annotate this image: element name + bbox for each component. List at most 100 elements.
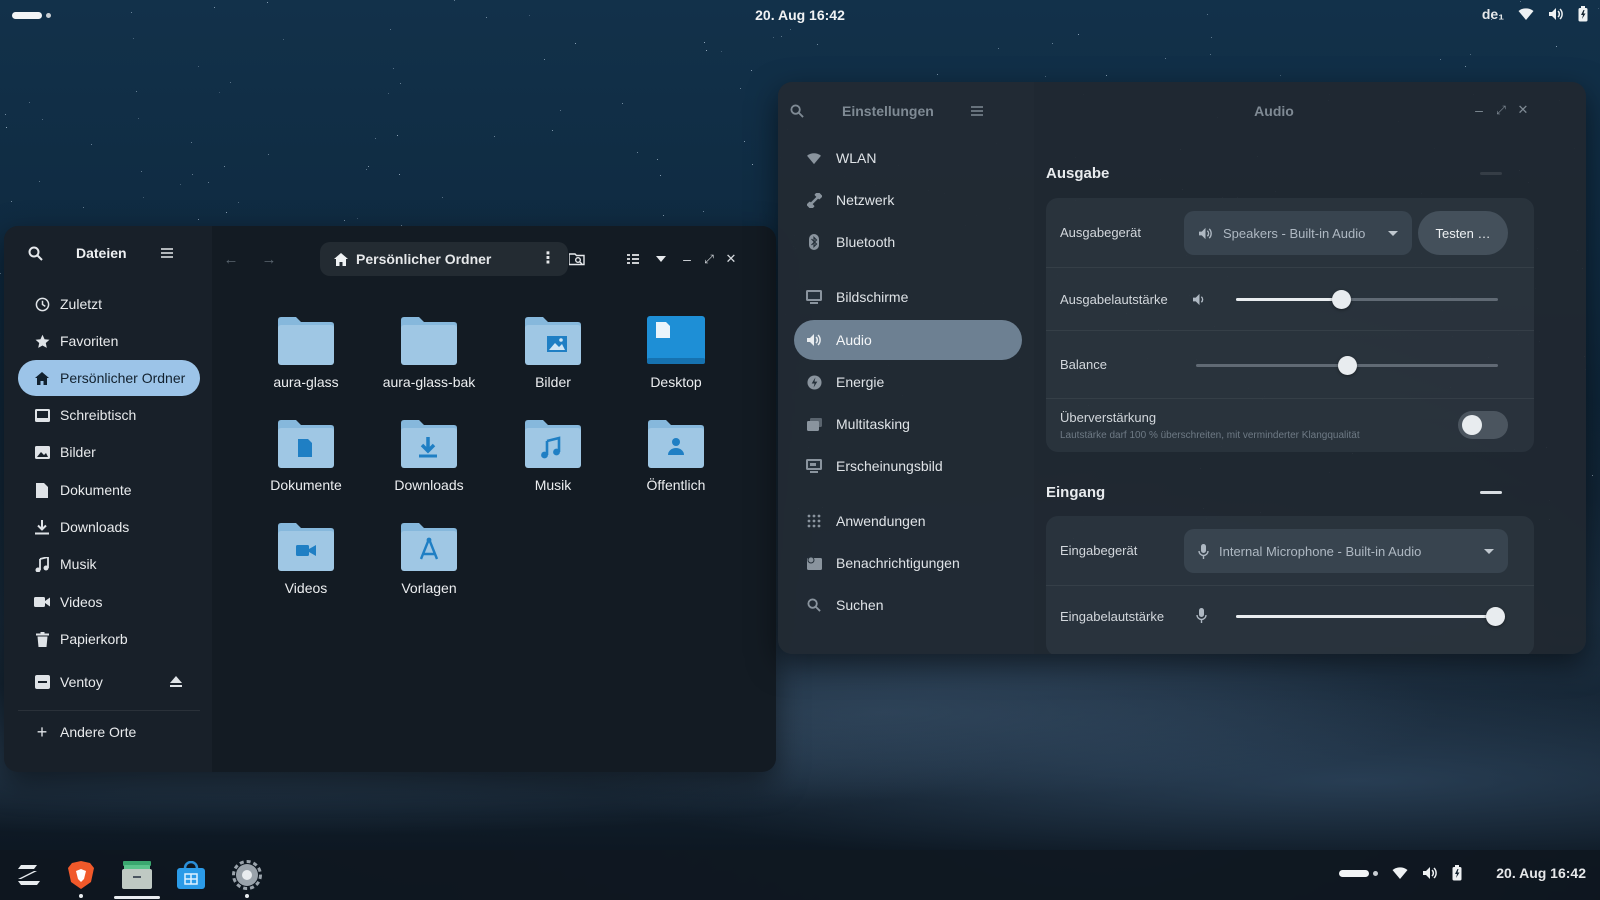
- folder-item[interactable]: Dokumente: [251, 417, 361, 493]
- star: [657, 159, 659, 161]
- sidebar-item-download[interactable]: Downloads: [18, 509, 200, 545]
- star: [552, 129, 554, 131]
- input-volume-label: Eingabelautstärke: [1060, 609, 1165, 624]
- settings-nav-netzwerk[interactable]: Netzwerk: [794, 180, 1022, 220]
- star: [218, 92, 220, 94]
- sidebar-item-music[interactable]: Musik: [18, 546, 200, 582]
- folder-item[interactable]: aura-glass-bak: [374, 314, 484, 390]
- files-app-icon[interactable]: [114, 858, 160, 899]
- folder-item[interactable]: Bilder: [498, 314, 608, 390]
- settings-nav-bildschirme[interactable]: Bildschirme: [794, 277, 1022, 317]
- audio-panel: Audio – ⤢ ✕ Ausgabe Ausgabegerät Speaker…: [1034, 82, 1586, 654]
- taskbar-clock[interactable]: 20. Aug 16:42: [1496, 865, 1586, 881]
- sidebar-item-star[interactable]: Favoriten: [18, 323, 200, 359]
- sidebar-item-trash[interactable]: Papierkorb: [18, 621, 200, 657]
- sidebar-device-ventoy[interactable]: Ventoy: [18, 664, 200, 700]
- settings-nav-suchen[interactable]: Suchen: [794, 585, 1022, 625]
- folder-item[interactable]: Öffentlich: [621, 417, 731, 493]
- settings-nav-multitasking[interactable]: Multitasking: [794, 404, 1022, 444]
- star: [207, 182, 209, 184]
- balance-label: Balance: [1060, 357, 1107, 372]
- files-sidebar: Dateien Zuletzt Favoriten Persönlicher Ord…: [4, 226, 212, 772]
- folder-label: Downloads: [394, 477, 464, 493]
- settings-app-icon[interactable]: [230, 858, 264, 898]
- settings-nav-erscheinungsbild[interactable]: Erscheinungsbild: [794, 446, 1022, 486]
- folder-item[interactable]: Musik: [498, 417, 608, 493]
- folder-item[interactable]: Vorlagen: [374, 520, 484, 596]
- taskbar-tray[interactable]: 20. Aug 16:42: [1339, 865, 1586, 881]
- folder-item[interactable]: aura-glass: [251, 314, 361, 390]
- software-store-icon[interactable]: [174, 858, 208, 892]
- hamburger-menu-icon[interactable]: [156, 242, 178, 264]
- star: [1211, 37, 1213, 39]
- maximize-icon[interactable]: ⤢: [1490, 99, 1512, 121]
- folder-label: Musik: [534, 477, 572, 493]
- sidebar-item-clock[interactable]: Zuletzt: [18, 286, 200, 322]
- keyboard-layout-indicator[interactable]: de₁: [1482, 6, 1504, 22]
- star: [543, 58, 545, 60]
- settings-nav-anwendungen[interactable]: Anwendungen: [794, 501, 1022, 541]
- sidebar-item-other-locations[interactable]: + Andere Orte: [18, 714, 200, 750]
- settings-nav-bluetooth[interactable]: Bluetooth: [794, 222, 1022, 262]
- star: [267, 154, 269, 156]
- output-card: Ausgabegerät Speakers - Built-in Audio T…: [1046, 198, 1534, 452]
- settings-nav-wlan[interactable]: WLAN: [794, 138, 1022, 178]
- settings-nav-benachrichtigungen[interactable]: Benachrichtigungen: [794, 543, 1022, 583]
- overamplification-toggle[interactable]: [1458, 411, 1508, 439]
- star: [0, 272, 2, 274]
- workspace-indicator[interactable]: [1373, 870, 1379, 876]
- minimize-icon[interactable]: –: [1468, 99, 1490, 121]
- minimize-icon[interactable]: –: [676, 248, 698, 270]
- location-bar[interactable]: Persönlicher Ordner ⋮: [320, 242, 568, 276]
- settings-nav-audio[interactable]: Audio: [794, 320, 1022, 360]
- input-collapse-handle[interactable]: [1480, 491, 1502, 494]
- close-icon[interactable]: ✕: [720, 248, 742, 270]
- location-label: Persönlicher Ordner: [356, 251, 492, 267]
- system-tray[interactable]: de₁: [1482, 6, 1588, 22]
- sidebar-item-label: Musik: [60, 556, 97, 572]
- close-icon[interactable]: ✕: [1512, 99, 1534, 121]
- back-arrow-icon[interactable]: ←: [220, 248, 242, 270]
- settings-nav-label: Suchen: [836, 597, 884, 613]
- workspace-indicator-active[interactable]: [1339, 869, 1370, 877]
- sidebar-item-desktop[interactable]: Schreibtisch: [18, 397, 200, 433]
- person-folder-icon: [621, 417, 731, 471]
- search-icon[interactable]: [786, 100, 808, 122]
- sidebar-item-document[interactable]: Dokumente: [18, 472, 200, 508]
- star: [366, 168, 368, 170]
- input-volume-handle[interactable]: [1486, 607, 1506, 626]
- output-volume-handle[interactable]: [1331, 290, 1351, 309]
- search-icon[interactable]: [24, 242, 46, 264]
- input-card: Eingabegerät Internal Microphone - Built…: [1046, 516, 1534, 654]
- sidebar-item-image[interactable]: Bilder: [18, 434, 200, 470]
- input-device-select[interactable]: Internal Microphone - Built-in Audio: [1184, 529, 1508, 573]
- sidebar-item-video[interactable]: Videos: [18, 584, 200, 620]
- hamburger-menu-icon[interactable]: [966, 100, 988, 122]
- test-speakers-button[interactable]: Testen …: [1418, 211, 1508, 255]
- eject-icon[interactable]: [170, 674, 182, 690]
- forward-arrow-icon[interactable]: →: [258, 248, 280, 270]
- video-folder-icon: [251, 520, 361, 574]
- folder-search-icon[interactable]: [566, 248, 588, 270]
- brave-browser-icon[interactable]: [64, 858, 98, 898]
- view-options-dropdown-icon[interactable]: [650, 248, 672, 270]
- settings-nav-energie[interactable]: Energie: [794, 362, 1022, 402]
- output-collapse-handle[interactable]: [1480, 172, 1502, 175]
- balance-slider[interactable]: [1196, 356, 1498, 375]
- folder-item[interactable]: Desktop: [621, 314, 731, 390]
- output-device-select[interactable]: Speakers - Built-in Audio: [1184, 211, 1412, 255]
- sidebar-item-home[interactable]: Persönlicher Ordner: [18, 360, 200, 396]
- desktop-folder-icon: [621, 314, 731, 368]
- folder-item[interactable]: Downloads: [374, 417, 484, 493]
- top-clock[interactable]: 20. Aug 16:42: [0, 7, 1600, 23]
- view-list-icon[interactable]: [622, 248, 644, 270]
- battery-icon: [1578, 6, 1588, 22]
- kebab-menu-icon[interactable]: ⋮: [540, 251, 556, 267]
- maximize-icon[interactable]: ⤢: [698, 248, 720, 270]
- drive-icon: [34, 674, 50, 690]
- output-volume-slider[interactable]: [1236, 290, 1498, 309]
- input-volume-slider[interactable]: [1236, 607, 1506, 626]
- folder-item[interactable]: Videos: [251, 520, 361, 596]
- balance-handle[interactable]: [1338, 356, 1357, 375]
- zorin-menu-icon[interactable]: [12, 858, 46, 892]
